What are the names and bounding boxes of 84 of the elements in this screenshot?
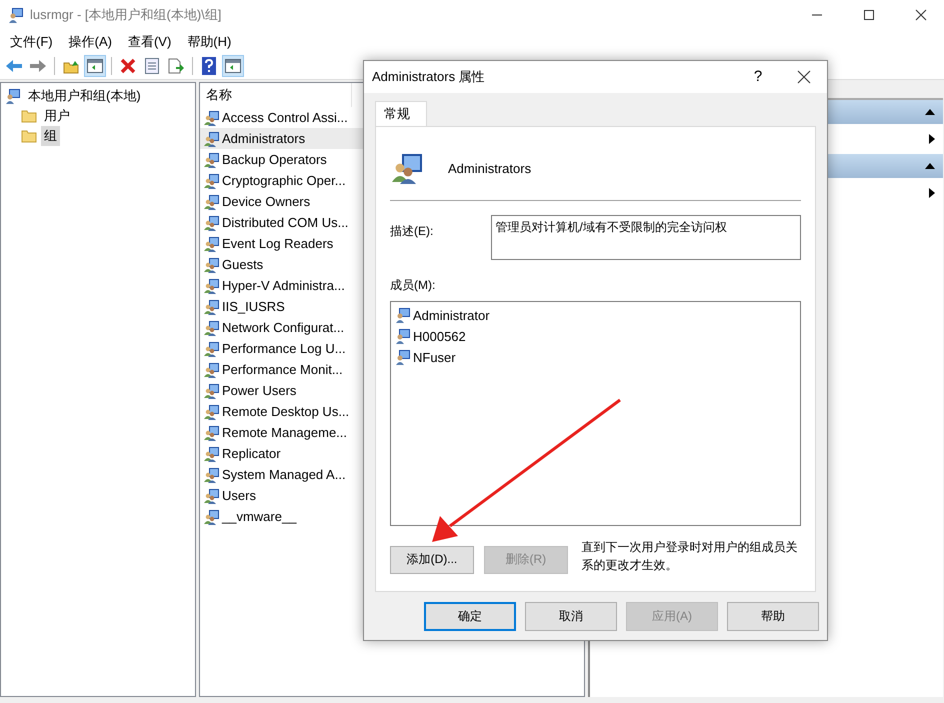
group-name[interactable]: System Managed A... — [222, 467, 352, 482]
help-button[interactable]: ? — [735, 68, 781, 86]
field-label: 描述(E): — [390, 222, 434, 240]
forward-arrow-icon[interactable] — [29, 59, 47, 73]
group-icon — [204, 404, 220, 420]
window-title: lusrmgr - [本地用户和组(本地)\组] — [30, 6, 222, 24]
column-header[interactable]: 名称 — [200, 83, 352, 107]
computer-users-icon — [5, 88, 21, 104]
folder-icon — [21, 109, 37, 123]
collapse-icon[interactable] — [925, 109, 935, 115]
group-icon — [204, 214, 220, 230]
toolbar-button[interactable] — [84, 55, 106, 77]
group-icon — [204, 508, 220, 524]
group-name[interactable]: Remote Desktop Us... — [222, 404, 352, 419]
help-icon[interactable] — [202, 57, 216, 75]
group-name[interactable]: IIS_IUSRS — [222, 299, 352, 314]
group-name[interactable]: Users — [222, 488, 352, 503]
submenu-icon[interactable] — [929, 188, 935, 198]
group-name[interactable]: Distributed COM Us... — [222, 215, 352, 230]
group-icon — [204, 340, 220, 356]
group-icon — [204, 298, 220, 314]
group-name[interactable]: Access Control Assi... — [222, 110, 352, 125]
group-name[interactable]: Performance Monit... — [222, 362, 352, 377]
menu-item[interactable]: 文件(F) — [2, 32, 61, 50]
submenu-icon[interactable] — [929, 134, 935, 144]
menu-item[interactable]: 查看(V) — [120, 32, 180, 50]
group-icon — [204, 466, 220, 482]
group-name[interactable]: Event Log Readers — [222, 236, 352, 251]
group-name[interactable]: __vmware__ — [222, 509, 352, 524]
group-name[interactable]: Network Configurat... — [222, 320, 352, 335]
description-field[interactable]: 管理员对计算机/域有不受限制的完全访问权 — [490, 214, 801, 260]
dialog-button[interactable]: 确定 — [424, 602, 516, 631]
group-icon — [204, 488, 220, 504]
add-button[interactable]: 添加(D)... — [390, 546, 474, 574]
tab[interactable]: 常规 — [375, 100, 427, 126]
pane-icon[interactable] — [87, 59, 103, 73]
menu-item[interactable]: 操作(A) — [60, 32, 120, 50]
member-item[interactable]: NFuser — [413, 350, 456, 365]
pane-icon[interactable] — [225, 59, 241, 73]
group-icon — [204, 130, 220, 146]
group-icon — [392, 152, 424, 184]
group-name[interactable]: Replicator — [222, 446, 352, 461]
user-icon — [395, 307, 411, 324]
group-name: Administrators — [448, 160, 532, 176]
collapse-icon[interactable] — [925, 163, 935, 169]
group-name[interactable]: Backup Operators — [222, 152, 352, 167]
group-name[interactable]: Hyper-V Administra... — [222, 278, 352, 293]
group-name[interactable]: Power Users — [222, 383, 352, 398]
group-name[interactable]: Performance Log U... — [222, 341, 352, 356]
folder-icon — [21, 129, 37, 143]
group-name[interactable]: Cryptographic Oper... — [222, 173, 352, 188]
group-icon — [204, 236, 220, 252]
dialog-title: Administrators 属性 — [372, 68, 486, 86]
dialog-button[interactable]: 取消 — [525, 602, 617, 631]
tree-item[interactable]: 组 — [41, 126, 60, 146]
tree-item[interactable]: 本地用户和组(本地) — [25, 86, 144, 106]
group-icon — [204, 362, 220, 378]
group-name[interactable]: Device Owners — [222, 194, 352, 209]
group-icon — [204, 194, 220, 210]
member-item[interactable]: H000562 — [413, 328, 466, 344]
group-icon — [204, 110, 220, 126]
group-icon — [204, 424, 220, 440]
member-item[interactable]: Administrator — [413, 308, 490, 323]
group-icon — [204, 382, 220, 398]
tree-item[interactable]: 用户 — [41, 106, 73, 126]
members-list[interactable]: Administrator H000562 NFuser — [390, 300, 801, 526]
dialog-button[interactable]: 帮助 — [727, 602, 819, 631]
back-arrow-icon[interactable] — [5, 59, 23, 73]
toolbar-button[interactable] — [222, 55, 244, 77]
group-icon — [204, 256, 220, 272]
group-icon — [204, 172, 220, 188]
user-icon — [395, 328, 411, 344]
group-icon — [204, 320, 220, 336]
note-text: 直到下一次用户登录时对用户的组成员关系的更改才生效。 — [582, 538, 799, 574]
user-icon — [395, 349, 411, 366]
field-label: 成员(M): — [390, 276, 436, 294]
group-icon — [204, 278, 220, 294]
menu-item[interactable]: 帮助(H) — [179, 32, 240, 50]
properties-icon[interactable] — [145, 58, 159, 74]
group-name[interactable]: Guests — [222, 257, 352, 272]
group-name[interactable]: Remote Manageme... — [222, 425, 352, 440]
app-icon — [8, 7, 24, 23]
group-icon — [204, 152, 220, 168]
group-icon — [204, 446, 220, 462]
